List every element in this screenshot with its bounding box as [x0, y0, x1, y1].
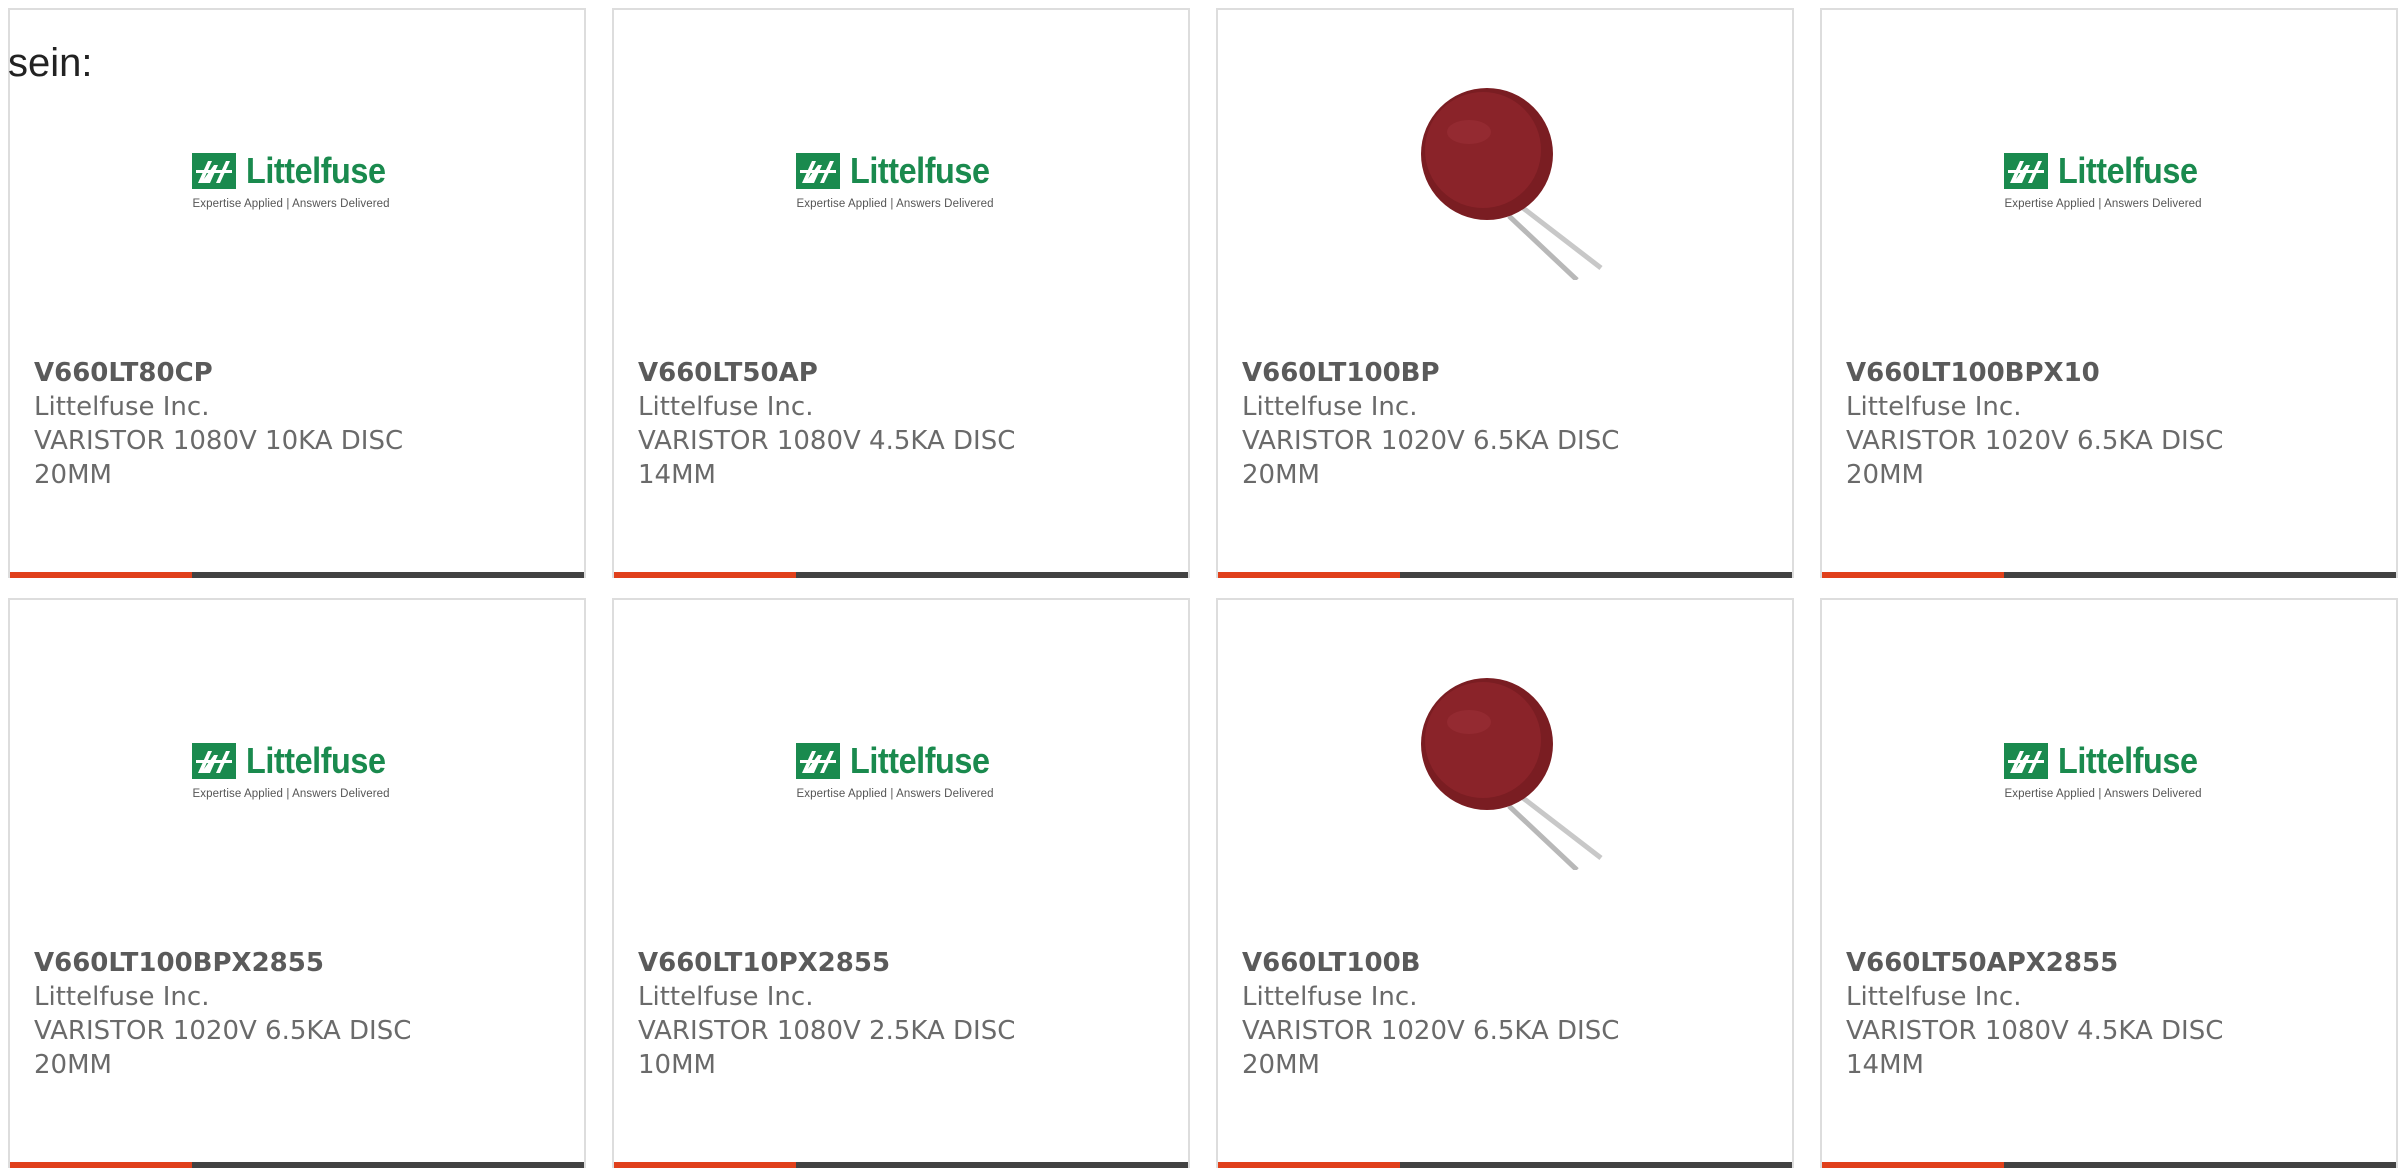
card-accent-bar: [1822, 572, 2004, 578]
littelfuse-logo: Littelfuse Expertise Applied | Answers D…: [192, 150, 401, 210]
product-part-number[interactable]: V660LT100BPX2855: [34, 946, 560, 980]
card-bottom-bar: [614, 572, 1188, 578]
product-part-number[interactable]: V660LT50AP: [638, 356, 1164, 390]
product-part-number[interactable]: V660LT100BPX10: [1846, 356, 2372, 390]
card-accent-bar: [1218, 1162, 1400, 1168]
product-manufacturer: Littelfuse Inc.: [638, 392, 814, 422]
product-card[interactable]: Littelfuse Expertise Applied | Answers D…: [8, 8, 586, 578]
product-part-number[interactable]: V660LT10PX2855: [638, 946, 1164, 980]
logo-tagline: Expertise Applied | Answers Delivered: [192, 788, 390, 800]
product-part-number[interactable]: V660LT100BP: [1242, 356, 1768, 390]
logo-tagline: Expertise Applied | Answers Delivered: [2004, 198, 2202, 210]
product-manufacturer: Littelfuse Inc.: [34, 982, 210, 1012]
product-image: [1218, 65, 1792, 295]
product-image: Littelfuse Expertise Applied | Answers D…: [10, 655, 584, 885]
product-description: VARISTOR 1080V 4.5KA DISC 14MM: [638, 426, 1016, 490]
logo-tagline: Expertise Applied | Answers Delivered: [796, 198, 994, 210]
card-accent-bar: [10, 572, 192, 578]
varistor-disc-image: [1421, 88, 1603, 280]
product-card[interactable]: V660LT100BP Littelfuse Inc. VARISTOR 102…: [1216, 8, 1794, 578]
littelfuse-mark-icon: [796, 153, 841, 189]
card-bottom-bar: [1822, 1162, 2396, 1168]
product-card[interactable]: Littelfuse Expertise Applied | Answers D…: [612, 8, 1190, 578]
card-bottom-bar: [1218, 572, 1792, 578]
product-description: VARISTOR 1020V 6.5KA DISC 20MM: [34, 1016, 412, 1080]
intro-text: sein:: [8, 41, 93, 85]
card-bottom-bar: [10, 1162, 584, 1168]
product-card[interactable]: Littelfuse Expertise Applied | Answers D…: [1820, 8, 2398, 578]
card-accent-bar: [1822, 1162, 2004, 1168]
littelfuse-mark-icon: [192, 153, 237, 189]
card-accent-bar: [614, 1162, 796, 1168]
product-description: VARISTOR 1020V 6.5KA DISC 20MM: [1846, 426, 2224, 490]
product-description: VARISTOR 1080V 2.5KA DISC 10MM: [638, 1016, 1016, 1080]
product-manufacturer: Littelfuse Inc.: [1846, 392, 2022, 422]
product-manufacturer: Littelfuse Inc.: [638, 982, 814, 1012]
card-accent-bar: [1218, 572, 1400, 578]
product-image: [1218, 655, 1792, 885]
card-bottom-bar: [1822, 572, 2396, 578]
product-card[interactable]: V660LT100B Littelfuse Inc. VARISTOR 1020…: [1216, 598, 1794, 1168]
product-description: VARISTOR 1020V 6.5KA DISC 20MM: [1242, 1016, 1620, 1080]
card-bottom-bar: [10, 572, 584, 578]
card-accent-bar: [10, 1162, 192, 1168]
littelfuse-logo: Littelfuse Expertise Applied | Answers D…: [796, 150, 1005, 210]
product-image: Littelfuse Expertise Applied | Answers D…: [614, 655, 1188, 885]
product-part-number[interactable]: V660LT100B: [1242, 946, 1768, 980]
littelfuse-mark-icon: [192, 743, 237, 779]
product-image: Littelfuse Expertise Applied | Answers D…: [614, 65, 1188, 295]
product-manufacturer: Littelfuse Inc.: [34, 392, 210, 422]
product-image: Littelfuse Expertise Applied | Answers D…: [10, 65, 584, 295]
product-description: VARISTOR 1080V 4.5KA DISC 14MM: [1846, 1016, 2224, 1080]
product-part-number[interactable]: V660LT50APX2855: [1846, 946, 2372, 980]
product-card[interactable]: Littelfuse Expertise Applied | Answers D…: [612, 598, 1190, 1168]
littelfuse-logo: Littelfuse Expertise Applied | Answers D…: [796, 740, 1005, 800]
product-card[interactable]: Littelfuse Expertise Applied | Answers D…: [8, 598, 586, 1168]
littelfuse-logo: Littelfuse Expertise Applied | Answers D…: [192, 740, 401, 800]
logo-tagline: Expertise Applied | Answers Delivered: [2004, 788, 2202, 800]
product-description: VARISTOR 1020V 6.5KA DISC 20MM: [1242, 426, 1620, 490]
littelfuse-logo: Littelfuse Expertise Applied | Answers D…: [2004, 740, 2213, 800]
card-bottom-bar: [1218, 1162, 1792, 1168]
product-image: Littelfuse Expertise Applied | Answers D…: [1822, 65, 2396, 295]
littelfuse-logo: Littelfuse Expertise Applied | Answers D…: [2004, 150, 2213, 210]
logo-wordmark: Littelfuse: [2058, 740, 2198, 781]
product-part-number[interactable]: V660LT80CP: [34, 356, 560, 390]
varistor-disc-image: [1421, 678, 1603, 870]
logo-wordmark: Littelfuse: [246, 150, 386, 191]
product-manufacturer: Littelfuse Inc.: [1242, 392, 1418, 422]
product-image: Littelfuse Expertise Applied | Answers D…: [1822, 655, 2396, 885]
logo-tagline: Expertise Applied | Answers Delivered: [192, 198, 390, 210]
card-accent-bar: [614, 572, 796, 578]
logo-tagline: Expertise Applied | Answers Delivered: [796, 788, 994, 800]
littelfuse-mark-icon: [2004, 743, 2049, 779]
product-manufacturer: Littelfuse Inc.: [1242, 982, 1418, 1012]
logo-wordmark: Littelfuse: [2058, 150, 2198, 191]
product-manufacturer: Littelfuse Inc.: [1846, 982, 2022, 1012]
logo-wordmark: Littelfuse: [850, 150, 990, 191]
product-card[interactable]: Littelfuse Expertise Applied | Answers D…: [1820, 598, 2398, 1168]
littelfuse-mark-icon: [796, 743, 841, 779]
logo-wordmark: Littelfuse: [850, 740, 990, 781]
logo-wordmark: Littelfuse: [246, 740, 386, 781]
card-bottom-bar: [614, 1162, 1188, 1168]
product-description: VARISTOR 1080V 10KA DISC 20MM: [34, 426, 404, 490]
littelfuse-mark-icon: [2004, 153, 2049, 189]
